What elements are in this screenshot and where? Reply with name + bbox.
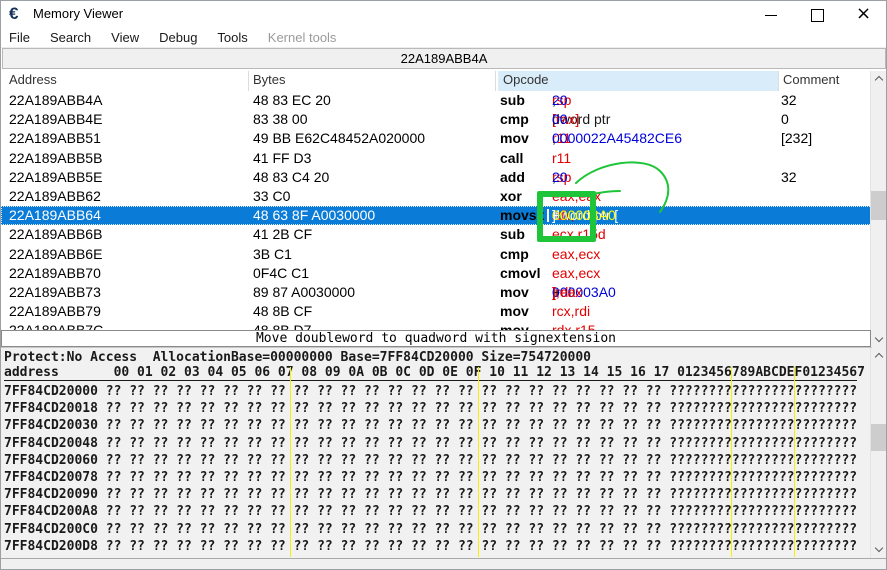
- menu-item-search[interactable]: Search: [40, 30, 101, 45]
- menu-item-kernel-tools: Kernel tools: [258, 30, 347, 45]
- column-header-bytes[interactable]: Bytes: [253, 72, 286, 87]
- disasm-row[interactable]: 22A189ABB4E83 38 00cmpdword ptr [rax],00…: [1, 110, 872, 129]
- disasm-row[interactable]: 22A189ABB5B41 FF D3callr11: [1, 149, 872, 168]
- disasm-row[interactable]: 22A189ABB6233 C0xoreax,eax: [1, 187, 872, 206]
- group-separator-line: [731, 367, 732, 557]
- column-divider[interactable]: [778, 71, 779, 91]
- disasm-row[interactable]: 22A189ABB700F4C C1cmovleax,ecx: [1, 264, 872, 283]
- hex-row[interactable]: 7FF84CD20090 ?? ?? ?? ?? ?? ?? ?? ?? ?? …: [1, 486, 872, 503]
- menu-bar: FileSearchViewDebugToolsKernel tools: [1, 28, 886, 48]
- scroll-down-icon[interactable]: [871, 332, 887, 348]
- hex-row[interactable]: 7FF84CD20030 ?? ?? ?? ?? ?? ?? ?? ?? ?? …: [1, 417, 872, 434]
- annotation-highlight-rectangle: [537, 191, 596, 242]
- column-header-comment[interactable]: Comment: [783, 72, 839, 87]
- close-button[interactable]: [840, 1, 886, 28]
- disassembly-list: 22A189ABB4A48 83 EC 20subrsp,203222A189A…: [1, 91, 872, 331]
- title-bar: € Memory Viewer: [1, 1, 886, 28]
- hex-scrollbar-thumb[interactable]: [871, 424, 887, 451]
- memory-viewer-window: € Memory Viewer FileSearchViewDebugTools…: [0, 0, 887, 570]
- maximize-button[interactable]: [794, 1, 840, 28]
- instruction-description: Move doubleword to quadword with signext…: [1, 330, 871, 347]
- disasm-row[interactable]: 22A189ABB6B41 2B CFsubecx,r15d: [1, 225, 872, 244]
- group-separator-line: [478, 367, 479, 557]
- region-info-line: Protect:No Access AllocationBase=0000000…: [1, 348, 872, 365]
- disasm-scrollbar-thumb[interactable]: [871, 191, 887, 220]
- menu-item-debug[interactable]: Debug: [149, 30, 207, 45]
- hex-row[interactable]: 7FF84CD200D8 ?? ?? ?? ?? ?? ?? ?? ?? ?? …: [1, 538, 872, 555]
- bottom-status-strip: [1, 558, 886, 570]
- cheat-engine-logo-icon: €: [9, 5, 27, 23]
- minimize-button[interactable]: [748, 1, 794, 28]
- disasm-scrollbar[interactable]: [870, 71, 886, 348]
- disasm-row[interactable]: 22A189ABB5E48 83 C4 20addrsp,2032: [1, 168, 872, 187]
- disasm-row[interactable]: 22A189ABB6E3B C1cmpeax,ecx: [1, 245, 872, 264]
- hex-row[interactable]: 7FF84CD200C0 ?? ?? ?? ?? ?? ?? ?? ?? ?? …: [1, 521, 872, 538]
- hex-row[interactable]: 7FF84CD20018 ?? ?? ?? ?? ?? ?? ?? ?? ?? …: [1, 400, 872, 417]
- group-separator-line: [290, 367, 291, 557]
- hex-scrollbar[interactable]: [870, 348, 886, 558]
- disasm-row[interactable]: 22A189ABB7948 8B CFmovrcx,rdi: [1, 302, 872, 321]
- scroll-up-icon[interactable]: [871, 71, 887, 87]
- hex-row[interactable]: 7FF84CD20000 ?? ?? ?? ?? ?? ?? ?? ?? ?? …: [1, 383, 872, 400]
- disasm-row[interactable]: 22A189ABB6448 63 8F A0030000movsxrcx,dwo…: [1, 206, 872, 225]
- column-header-address[interactable]: Address: [9, 72, 57, 87]
- column-divider[interactable]: [248, 71, 249, 91]
- disasm-row[interactable]: 22A189ABB7389 87 A0030000mov[rdi+000003A…: [1, 283, 872, 302]
- hex-row[interactable]: 7FF84CD200A8 ?? ?? ?? ?? ?? ?? ?? ?? ?? …: [1, 503, 872, 520]
- menu-item-view[interactable]: View: [101, 30, 149, 45]
- scroll-down-icon[interactable]: [871, 542, 887, 558]
- hex-rows: 7FF84CD20000 ?? ?? ?? ?? ?? ?? ?? ?? ?? …: [1, 383, 872, 555]
- disasm-row[interactable]: 22A189ABB5149 BB E62C48452A020000movr11,…: [1, 129, 872, 148]
- hex-view-panel[interactable]: Protect:No Access AllocationBase=0000000…: [1, 347, 872, 558]
- column-header-opcode[interactable]: Opcode: [503, 72, 549, 87]
- column-divider[interactable]: [495, 71, 496, 91]
- hex-row[interactable]: 7FF84CD20048 ?? ?? ?? ?? ?? ?? ?? ?? ?? …: [1, 435, 872, 452]
- group-separator-line: [794, 367, 795, 557]
- scroll-up-icon[interactable]: [871, 348, 887, 364]
- disasm-row[interactable]: 22A189ABB4A48 83 EC 20subrsp,2032: [1, 91, 872, 110]
- hex-column-header: address 00 01 02 03 04 05 06 07 08 09 0A…: [4, 365, 857, 381]
- menu-item-file[interactable]: File: [1, 30, 40, 45]
- menu-item-tools[interactable]: Tools: [207, 30, 257, 45]
- address-input[interactable]: 22A189ABB4A: [2, 48, 886, 69]
- hex-row[interactable]: 7FF84CD20060 ?? ?? ?? ?? ?? ?? ?? ?? ?? …: [1, 452, 872, 469]
- disasm-column-header: Address Bytes Opcode Comment: [1, 71, 871, 91]
- hex-row[interactable]: 7FF84CD20078 ?? ?? ?? ?? ?? ?? ?? ?? ?? …: [1, 469, 872, 486]
- window-title: Memory Viewer: [33, 6, 123, 21]
